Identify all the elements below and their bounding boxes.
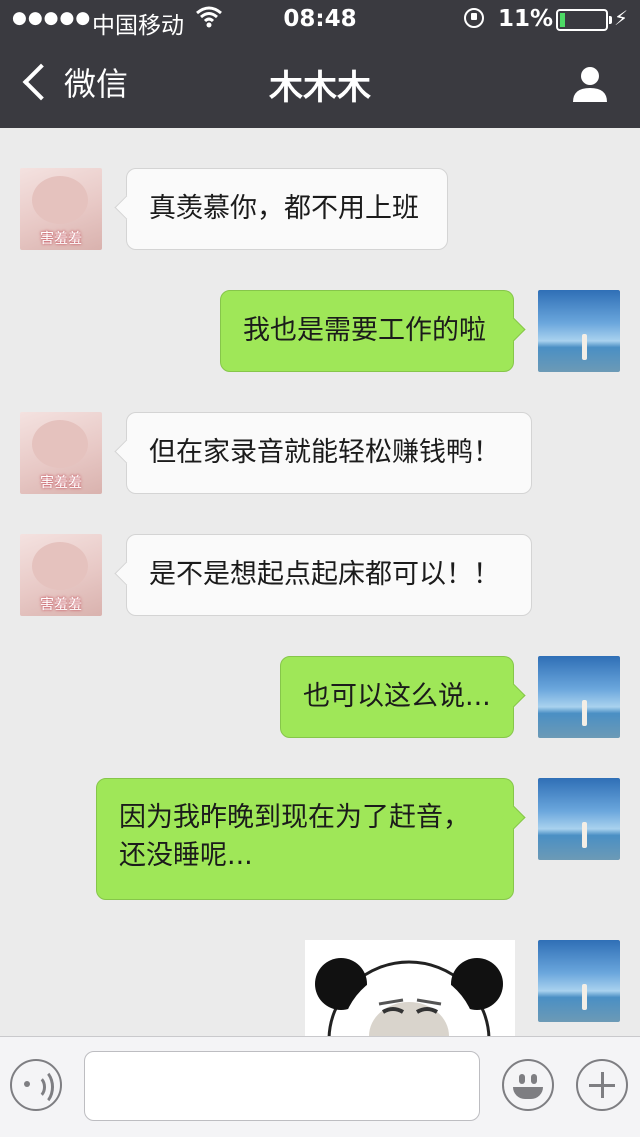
message-bubble-sent[interactable]: 我也是需要工作的啦 bbox=[220, 290, 514, 372]
my-avatar[interactable] bbox=[538, 940, 620, 1022]
message-bubble-received[interactable]: 是不是想起点起床都可以！！ bbox=[126, 534, 532, 616]
avatar-caption: 害羞羞 bbox=[40, 231, 82, 247]
panda-face-sticker[interactable] bbox=[305, 940, 515, 1038]
voice-button[interactable] bbox=[10, 1059, 62, 1111]
navigation-bar: 微信 木木木 bbox=[0, 40, 640, 128]
contact-avatar[interactable]: 害羞羞 bbox=[20, 412, 102, 494]
top-bar: ●●●●● 中国移动 08:48 11% ⚡ 微信 木木木 bbox=[0, 0, 640, 128]
rotation-lock-icon bbox=[464, 8, 484, 28]
emoji-button[interactable] bbox=[502, 1059, 554, 1111]
my-avatar[interactable] bbox=[538, 656, 620, 738]
status-bar: ●●●●● 中国移动 08:48 11% ⚡ bbox=[0, 0, 640, 40]
input-toolbar bbox=[0, 1036, 640, 1137]
smiley-icon bbox=[519, 1074, 525, 1084]
contact-avatar[interactable]: 害羞羞 bbox=[20, 168, 102, 250]
person-icon[interactable] bbox=[570, 64, 610, 104]
charging-icon: ⚡ bbox=[614, 6, 629, 30]
my-avatar[interactable] bbox=[538, 290, 620, 372]
battery-level bbox=[560, 13, 565, 27]
panda-face-icon bbox=[315, 958, 503, 1038]
message-bubble-sent[interactable]: 也可以这么说... bbox=[280, 656, 514, 738]
battery-icon bbox=[556, 9, 612, 31]
more-button[interactable] bbox=[576, 1059, 628, 1111]
avatar-caption: 害羞羞 bbox=[40, 597, 82, 613]
message-bubble-sent[interactable]: 因为我昨晚到现在为了赶音， 还没睡呢... bbox=[96, 778, 514, 900]
message-bubble-received[interactable]: 真羡慕你，都不用上班 bbox=[126, 168, 448, 250]
my-avatar[interactable] bbox=[538, 778, 620, 860]
chat-title: 木木木 bbox=[269, 68, 371, 108]
avatar-caption: 害羞羞 bbox=[40, 475, 82, 491]
battery-percent: 11% bbox=[498, 6, 554, 32]
message-input[interactable] bbox=[84, 1051, 480, 1121]
contact-avatar[interactable]: 害羞羞 bbox=[20, 534, 102, 616]
message-bubble-received[interactable]: 但在家录音就能轻松赚钱鸭！ bbox=[126, 412, 532, 494]
